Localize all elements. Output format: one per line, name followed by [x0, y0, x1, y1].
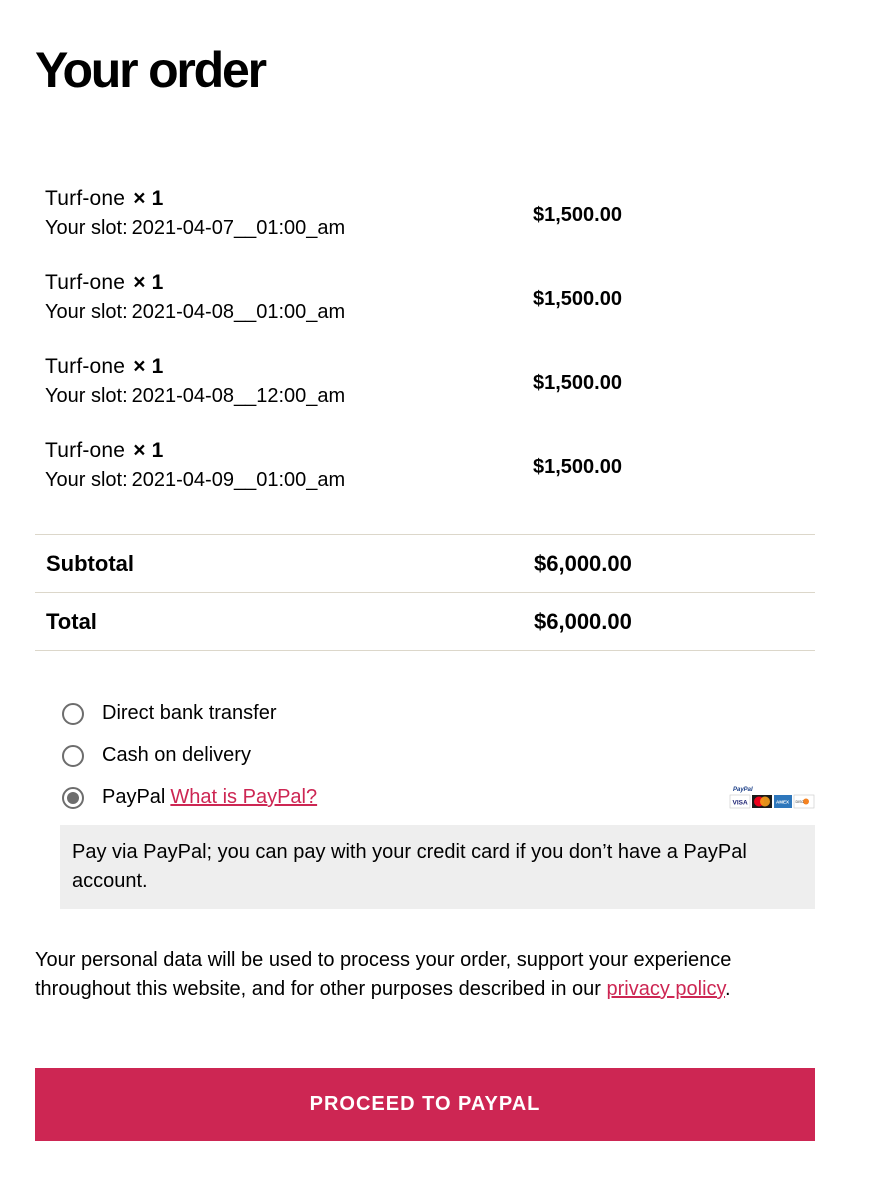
order-item-row: Turf-one × 1 Your slot: 2021-04-09__01:00_… — [35, 436, 815, 520]
item-name: Turf-one × 1 — [45, 352, 164, 382]
item-name: Turf-one × 1 — [45, 184, 164, 214]
item-quantity: × 1 — [133, 271, 164, 294]
payment-option-cash-on-delivery[interactable]: Cash on delivery — [60, 739, 815, 781]
item-quantity: × 1 — [133, 439, 164, 462]
slot-value: 2021-04-08__01:00_am — [131, 301, 346, 323]
item-name: Turf-one × 1 — [45, 268, 164, 298]
item-slot: Your slot: 2021-04-07__01:00_am — [45, 213, 345, 243]
privacy-notice: Your personal data will be used to proce… — [35, 946, 795, 1004]
item-name-text: Turf-one — [45, 271, 126, 294]
bank-transfer-label[interactable]: Direct bank transfer — [102, 698, 277, 728]
svg-text:VISA: VISA — [733, 800, 748, 807]
slot-label: Your slot: — [45, 385, 128, 407]
slot-value: 2021-04-08__12:00_am — [131, 385, 346, 407]
order-items-list: Turf-one × 1 Your slot: 2021-04-07__01:00_… — [35, 184, 815, 520]
total-value: $6,000.00 — [534, 609, 632, 634]
item-slot: Your slot: 2021-04-09__01:00_am — [45, 465, 345, 495]
cash-on-delivery-radio[interactable] — [62, 745, 84, 767]
slot-label: Your slot: — [45, 301, 128, 323]
item-slot: Your slot: 2021-04-08__01:00_am — [45, 297, 345, 327]
item-name-text: Turf-one — [45, 355, 126, 378]
slot-value: 2021-04-09__01:00_am — [131, 469, 346, 491]
item-name-text: Turf-one — [45, 187, 126, 210]
payment-option-paypal[interactable]: PayPal What is PayPal? PayPal VISA AMEX D… — [60, 781, 815, 823]
svg-text:AMEX: AMEX — [776, 800, 789, 805]
slot-value: 2021-04-07__01:00_am — [131, 217, 346, 239]
svg-text:PayPal: PayPal — [733, 787, 753, 793]
page-title: Your order — [35, 42, 267, 98]
item-slot: Your slot: 2021-04-08__12:00_am — [45, 381, 345, 411]
item-price: $1,500.00 — [533, 372, 622, 394]
subtotal-value: $6,000.00 — [534, 551, 632, 576]
order-totals: Subtotal $6,000.00 Total $6,000.00 — [35, 534, 815, 651]
slot-label: Your slot: — [45, 217, 128, 239]
item-price: $1,500.00 — [533, 204, 622, 226]
total-row: Total $6,000.00 — [35, 593, 815, 651]
item-quantity: × 1 — [133, 355, 164, 378]
svg-text:DISC: DISC — [796, 800, 805, 804]
subtotal-label: Subtotal — [46, 551, 134, 576]
cash-on-delivery-label[interactable]: Cash on delivery — [102, 740, 251, 770]
paypal-label[interactable]: PayPal What is PayPal? — [102, 782, 317, 812]
item-price: $1,500.00 — [533, 288, 622, 310]
privacy-suffix: . — [725, 978, 731, 1000]
order-item-row: Turf-one × 1 Your slot: 2021-04-08__01:00_… — [35, 268, 815, 352]
payment-methods: Direct bank transfer Cash on delivery Pa… — [60, 697, 815, 909]
order-item-row: Turf-one × 1 Your slot: 2021-04-07__01:00_… — [35, 184, 815, 268]
privacy-policy-link[interactable]: privacy policy — [606, 978, 725, 1000]
subtotal-row: Subtotal $6,000.00 — [35, 535, 815, 593]
paypal-radio[interactable] — [62, 787, 84, 809]
slot-label: Your slot: — [45, 469, 128, 491]
proceed-to-paypal-button[interactable]: PROCEED TO PAYPAL — [35, 1068, 815, 1141]
item-name-text: Turf-one — [45, 439, 126, 462]
paypal-label-text[interactable]: PayPal — [102, 786, 165, 808]
order-item-row: Turf-one × 1 Your slot: 2021-04-08__12:00_… — [35, 352, 815, 436]
paypal-accepted-cards-icon: PayPal VISA AMEX DISC — [729, 787, 815, 809]
bank-transfer-radio[interactable] — [62, 703, 84, 725]
item-price: $1,500.00 — [533, 456, 622, 478]
what-is-paypal-link[interactable]: What is PayPal? — [170, 786, 317, 808]
item-name: Turf-one × 1 — [45, 436, 164, 466]
payment-option-bank-transfer[interactable]: Direct bank transfer — [60, 697, 815, 739]
paypal-description-box: Pay via PayPal; you can pay with your cr… — [60, 825, 815, 909]
item-quantity: × 1 — [133, 187, 164, 210]
total-label: Total — [46, 609, 97, 634]
